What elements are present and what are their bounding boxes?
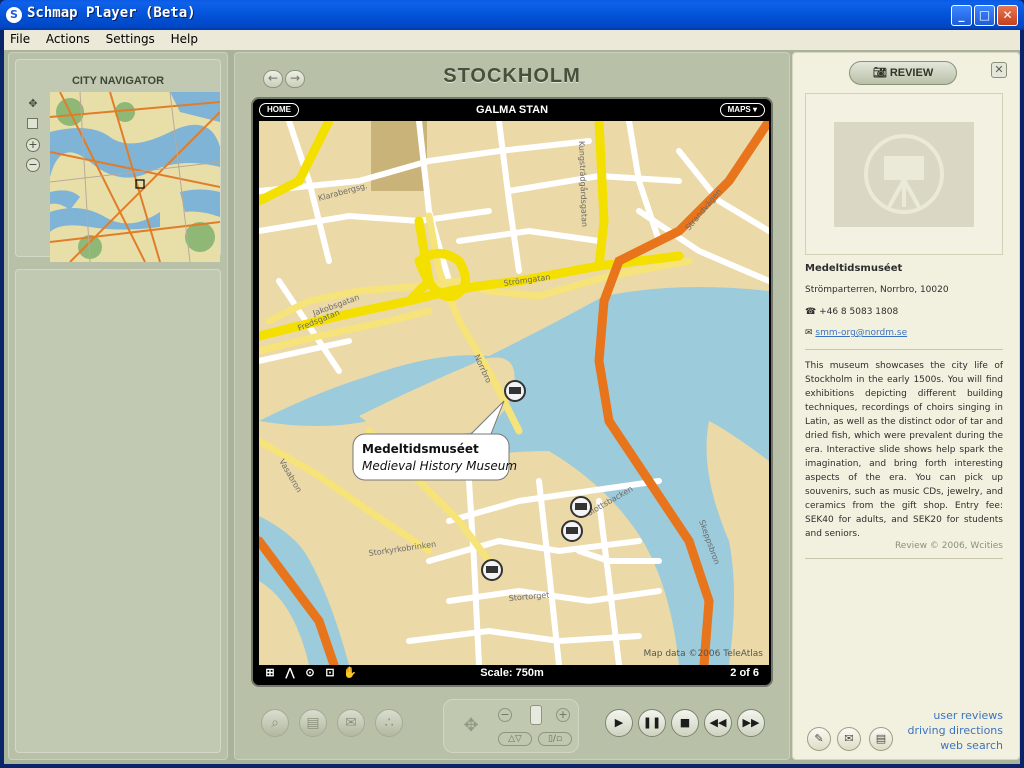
- review-button[interactable]: 📷︎ REVIEW: [849, 61, 957, 85]
- search-button[interactable]: ⌕: [261, 709, 289, 737]
- map-frame: HOME GALMA STAN MAPS ▾ Klarabergsg. Jako…: [251, 97, 773, 687]
- menu-actions[interactable]: Actions: [40, 30, 96, 46]
- map-header: HOME GALMA STAN MAPS ▾: [253, 99, 771, 121]
- left-empty-panel: [15, 269, 221, 753]
- maximize-button[interactable]: □: [974, 5, 995, 26]
- review-button-label: REVIEW: [889, 67, 934, 79]
- zoom-out-icon[interactable]: −: [26, 158, 40, 172]
- navigation-pad: ✥ − + △▽ ▯/▫: [443, 699, 579, 753]
- divider: [805, 558, 1003, 559]
- divider: [805, 349, 1003, 350]
- app-icon: S: [6, 7, 22, 23]
- map-view[interactable]: Klarabergsg. Jakobsgatan Strömgatan Fred…: [259, 121, 769, 665]
- title-bar: S Schmap Player (Beta) _ □ ✕: [0, 0, 1024, 30]
- envelope-icon[interactable]: ✉: [837, 727, 861, 751]
- fast-forward-button[interactable]: ▶▶: [737, 709, 765, 737]
- zoom-slider[interactable]: [530, 705, 542, 725]
- callout-name: Medeltidsmuséet: [362, 442, 479, 456]
- map-scale: Scale: 750m: [480, 667, 544, 679]
- menu-help[interactable]: Help: [165, 30, 204, 46]
- venue-address: Strömparterren, Norrbro, 10020: [805, 285, 949, 295]
- map-page: 2 of 6: [730, 667, 759, 679]
- rotate-button[interactable]: △▽: [498, 732, 532, 746]
- photo-placeholder: [834, 122, 974, 227]
- venue-email-link[interactable]: smm-org@nordm.se: [815, 328, 907, 338]
- city-title: STOCKHOLM: [443, 65, 581, 87]
- maps-dropdown[interactable]: MAPS ▾: [719, 103, 765, 117]
- rewind-button[interactable]: ◀◀: [704, 709, 732, 737]
- menu-bar: File Actions Settings Help: [4, 30, 1020, 50]
- pin-icon[interactable]: ✎: [807, 727, 831, 751]
- driving-directions-link[interactable]: driving directions: [907, 724, 1003, 737]
- pan-icon[interactable]: ✥: [26, 98, 40, 112]
- minimize-button[interactable]: _: [951, 5, 972, 26]
- printer-icon[interactable]: ▤: [869, 727, 893, 751]
- window-title: Schmap Player (Beta): [27, 5, 196, 21]
- review-credit: Review © 2006, Wcities: [894, 541, 1003, 551]
- close-review-button[interactable]: ✕: [991, 62, 1007, 78]
- center-panel: ← → STOCKHOLM HOME GALMA STAN MAPS ▾ Kla…: [234, 52, 790, 760]
- email-button[interactable]: ✉: [337, 709, 365, 737]
- play-button[interactable]: ▶: [605, 709, 633, 737]
- web-search-link[interactable]: web search: [940, 739, 1003, 752]
- review-description: This museum showcases the city life of S…: [805, 361, 1003, 539]
- navigator-title: CITY NAVIGATOR: [71, 75, 165, 87]
- street-map[interactable]: Klarabergsg. Jakobsgatan Strömgatan Fred…: [259, 121, 769, 665]
- zoom-in-icon[interactable]: +: [26, 138, 40, 152]
- stop-button[interactable]: ■: [671, 709, 699, 737]
- mail-icon: ✉: [805, 328, 816, 338]
- overview-map[interactable]: [50, 92, 220, 262]
- phone-icon: ☎: [805, 307, 820, 317]
- select-box-icon[interactable]: [27, 118, 38, 129]
- review-panel: 📷︎ REVIEW ✕ Medeltidsmuséet Strömparterr…: [792, 52, 1020, 760]
- print-button[interactable]: ▤: [299, 709, 327, 737]
- city-navigator: CITY NAVIGATOR ✥ + −: [15, 59, 221, 262]
- menu-file[interactable]: File: [4, 30, 36, 46]
- camera-icon: [864, 134, 944, 214]
- view-toggle-button[interactable]: ▯/▫: [538, 732, 572, 746]
- camera-icon: 📷︎: [872, 67, 890, 79]
- map-area-name: GALMA STAN: [475, 104, 549, 116]
- callout-subtitle: Medieval History Museum: [362, 459, 518, 473]
- menu-settings[interactable]: Settings: [100, 30, 161, 46]
- venue-name: Medeltidsmuséet: [805, 263, 903, 274]
- app-client: CITY NAVIGATOR ✥ + − ← → STOCKHOLM HOME …: [4, 50, 1020, 764]
- venue-phone: +46 8 5083 1808: [819, 307, 899, 317]
- user-reviews-link[interactable]: user reviews: [933, 709, 1003, 722]
- close-button[interactable]: ✕: [997, 5, 1018, 26]
- left-panel: CITY NAVIGATOR ✥ + −: [8, 52, 228, 760]
- photo-frame: [805, 93, 1003, 255]
- map-credit: Map data ©2006 TeleAtlas: [643, 649, 763, 659]
- zoom-in-button[interactable]: +: [556, 708, 570, 722]
- footprints-button[interactable]: ∴: [375, 709, 403, 737]
- map-footer: ⊞ ⋀ ⊙ ⊡ ✋ Scale: 750m 2 of 6: [253, 663, 771, 685]
- pan-arrows-icon[interactable]: ✥: [452, 708, 490, 746]
- pause-button[interactable]: ❚❚: [638, 709, 666, 737]
- zoom-out-button[interactable]: −: [498, 708, 512, 722]
